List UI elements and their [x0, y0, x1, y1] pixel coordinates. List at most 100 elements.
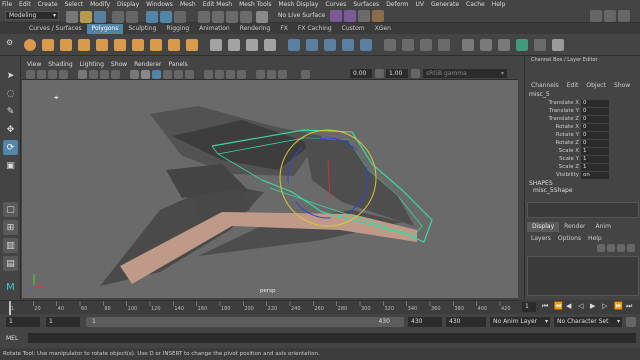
- layer-tab-display[interactable]: Display: [527, 222, 560, 232]
- near-clip-field[interactable]: 0.00: [350, 69, 372, 78]
- channel-value[interactable]: 1: [581, 163, 609, 171]
- soft-select-icon[interactable]: [534, 39, 546, 51]
- shape-name[interactable]: misc_5Shape: [533, 187, 573, 194]
- connect-icon[interactable]: [420, 39, 432, 51]
- poly-cube-icon[interactable]: [42, 39, 54, 51]
- play-forward-icon[interactable]: ▶: [590, 302, 595, 310]
- motion-blur-icon[interactable]: [215, 70, 224, 79]
- channel-value[interactable]: 0: [581, 107, 609, 115]
- current-frame-field[interactable]: 1: [522, 302, 536, 312]
- menu-surfaces[interactable]: Surfaces: [353, 1, 379, 8]
- lights-icon[interactable]: [174, 70, 183, 79]
- bevel-icon[interactable]: [324, 39, 336, 51]
- panel-menu-shading[interactable]: Shading: [48, 61, 72, 68]
- isolate-select-icon[interactable]: [256, 70, 265, 79]
- new-layer-selected-icon[interactable]: [627, 244, 635, 252]
- play-backward-icon[interactable]: ◁: [578, 302, 583, 310]
- select-tool-icon[interactable]: ➤: [3, 68, 18, 83]
- menu-modify[interactable]: Modify: [90, 1, 110, 8]
- open-scene-icon[interactable]: [80, 11, 92, 23]
- menu-help[interactable]: Help: [492, 1, 506, 8]
- panel-menu-show[interactable]: Show: [111, 61, 127, 68]
- new-layer-icon[interactable]: [617, 244, 625, 252]
- uv-editor-icon[interactable]: [480, 39, 492, 51]
- channel-value[interactable]: on: [581, 171, 609, 179]
- channel-row[interactable]: Scale X1: [525, 147, 640, 155]
- menu-uv[interactable]: UV: [416, 1, 425, 8]
- platonic-solid-icon[interactable]: [150, 39, 162, 51]
- channel-row[interactable]: Rotate Y0: [525, 131, 640, 139]
- svg-icon[interactable]: [186, 39, 198, 51]
- time-slider[interactable]: 1 20 40 60 80 100 120 140 160 180 200 220 240 260 280 3…: [0, 300, 520, 315]
- antialiasing-icon[interactable]: [226, 70, 235, 79]
- select-camera-icon[interactable]: [26, 70, 35, 79]
- auto-key-icon[interactable]: [626, 317, 636, 327]
- menu-mesh[interactable]: Mesh: [180, 1, 196, 8]
- start-time-field[interactable]: 1: [6, 317, 40, 327]
- step-back-frame-icon[interactable]: ◀: [566, 302, 571, 310]
- panel-menu-panels[interactable]: Panels: [168, 61, 187, 68]
- poly-cylinder-icon[interactable]: [60, 39, 72, 51]
- smooth-icon[interactable]: [246, 39, 258, 51]
- select-object-icon[interactable]: [160, 11, 172, 23]
- workspace-icon[interactable]: [590, 10, 602, 22]
- film-gate-icon[interactable]: [89, 70, 98, 79]
- channel-row[interactable]: Translate Z0: [525, 115, 640, 123]
- menu-file[interactable]: File: [2, 1, 12, 8]
- range-slider[interactable]: 1 430: [86, 317, 404, 327]
- hypershade-icon[interactable]: [372, 10, 384, 22]
- step-forward-key-icon[interactable]: ⏩: [614, 302, 623, 310]
- panel-menu-view[interactable]: View: [27, 61, 41, 68]
- paint-select-tool-icon[interactable]: ✎: [3, 104, 18, 119]
- help-menu[interactable]: Help: [588, 235, 602, 243]
- shelf-tab[interactable]: Sculpting: [123, 24, 161, 34]
- go-to-end-icon[interactable]: ⏭: [626, 302, 632, 311]
- render-frame-icon[interactable]: [330, 10, 342, 22]
- persp-outliner-layout-icon[interactable]: ▥: [3, 238, 18, 253]
- options-menu[interactable]: Options: [558, 235, 581, 243]
- depth-of-field-icon[interactable]: [237, 70, 246, 79]
- step-forward-frame-icon[interactable]: ▷: [602, 302, 607, 310]
- channel-row[interactable]: Translate Y0: [525, 107, 640, 115]
- shelf-tab[interactable]: Curves / Surfaces: [24, 24, 87, 34]
- ipr-render-icon[interactable]: [344, 10, 356, 22]
- shelf-settings-icon[interactable]: ⚙: [6, 38, 16, 52]
- mel-input[interactable]: [28, 333, 636, 343]
- select-mode-icon[interactable]: [516, 39, 528, 51]
- channel-value[interactable]: 0: [581, 99, 609, 107]
- bookmark-icon[interactable]: [48, 70, 57, 79]
- shelf-tab[interactable]: FX: [275, 24, 293, 34]
- anim-layer-dropdown[interactable]: No Anim Layer ▾: [490, 317, 550, 327]
- shelf-tab[interactable]: Animation: [194, 24, 235, 34]
- layer-tab-anim[interactable]: Anim: [591, 222, 616, 232]
- menu-windows[interactable]: Windows: [146, 1, 173, 8]
- channels-menu[interactable]: Channels: [531, 82, 559, 90]
- move-layer-up-icon[interactable]: [597, 244, 605, 252]
- single-perspective-layout-icon[interactable]: ▢: [3, 202, 18, 217]
- uv-layout-icon[interactable]: [498, 39, 510, 51]
- super-shape-icon[interactable]: [168, 39, 180, 51]
- shelf-tab-polygons[interactable]: Polygons: [86, 23, 124, 34]
- shelf-tab[interactable]: Rendering: [235, 24, 276, 34]
- layers-menu[interactable]: Layers: [531, 235, 551, 243]
- boolean-icon[interactable]: [264, 39, 276, 51]
- multi-cut-icon[interactable]: [384, 39, 396, 51]
- playback-start-field[interactable]: 1: [46, 317, 80, 327]
- object-menu[interactable]: Object: [586, 82, 606, 90]
- redo-icon[interactable]: [126, 11, 138, 23]
- save-scene-icon[interactable]: [94, 11, 106, 23]
- shelf-tab[interactable]: Rigging: [161, 24, 194, 34]
- quad-draw-icon[interactable]: [438, 39, 450, 51]
- channel-value[interactable]: 0: [581, 115, 609, 123]
- character-set-dropdown[interactable]: No Character Set ▾: [554, 317, 622, 327]
- resolution-gate-icon[interactable]: [100, 70, 109, 79]
- panel-menu-renderer[interactable]: Renderer: [134, 61, 161, 68]
- menu-generate[interactable]: Generate: [431, 1, 459, 8]
- channel-box-icon[interactable]: [618, 10, 630, 22]
- color-management-icon[interactable]: [411, 69, 420, 78]
- menu-select[interactable]: Select: [65, 1, 84, 8]
- channel-row[interactable]: Rotate Z0: [525, 139, 640, 147]
- four-view-layout-icon[interactable]: ⊞: [3, 220, 18, 235]
- snap-view-icon[interactable]: [240, 11, 252, 23]
- poly-torus-icon[interactable]: [96, 39, 108, 51]
